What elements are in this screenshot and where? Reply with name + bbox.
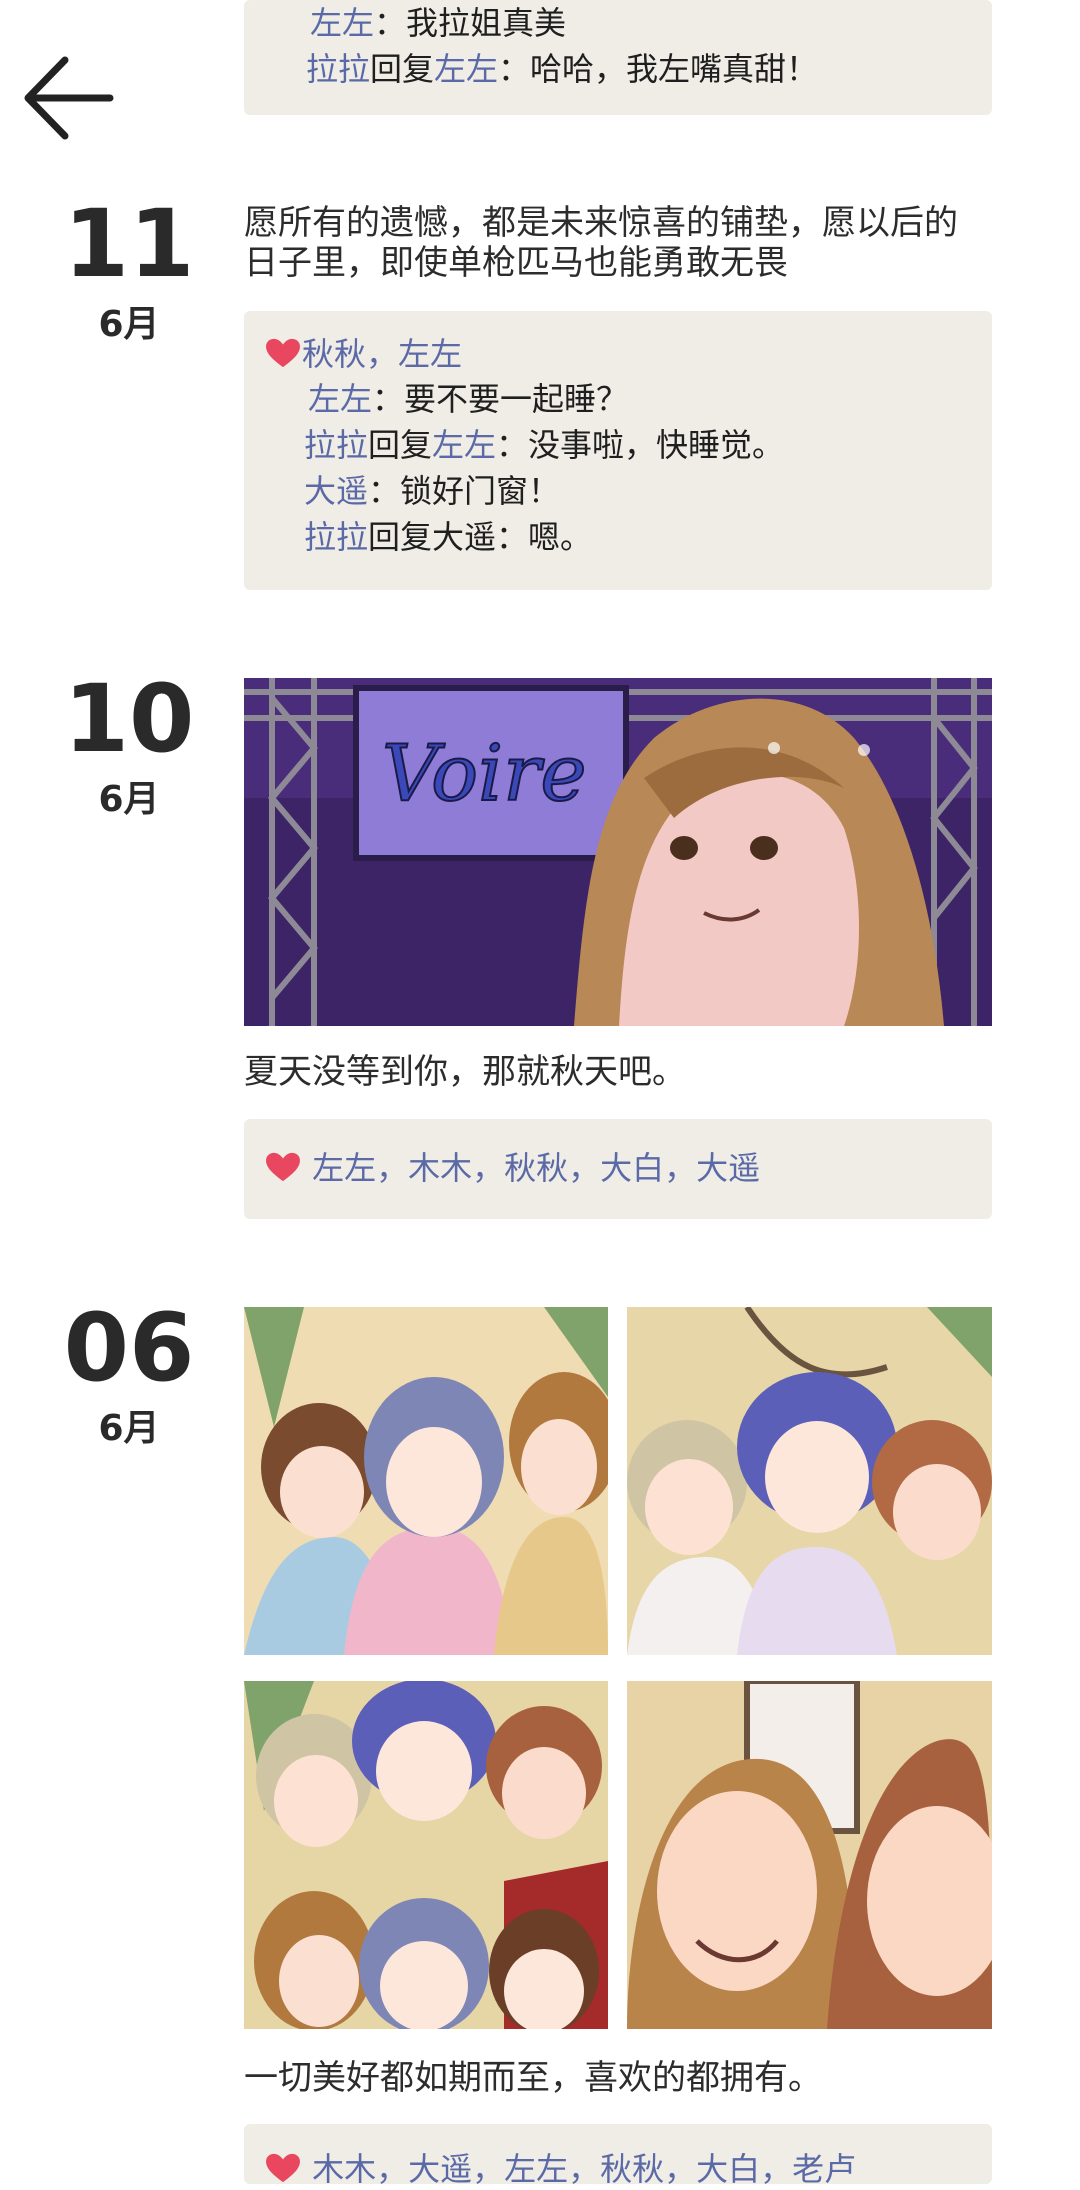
sign-text: Voire [382, 729, 587, 819]
date-day: 06 [63, 1294, 195, 1403]
comment-line: 左左：要不要一起睡？ [308, 380, 629, 418]
heart-icon [266, 1152, 300, 1182]
comment-panel: 左左，木木，秋秋，大白，大遥 [244, 1119, 992, 1219]
reply-target-name[interactable]: 左左 [434, 50, 498, 88]
post-photo-3[interactable] [244, 1681, 608, 2029]
likes-row: 秋秋，左左 [264, 329, 462, 375]
post-text: 夏天没等到你，那就秋天吧。 [244, 1052, 686, 1092]
comment-line: 拉拉回复大遥：嗯。 [304, 518, 593, 556]
likes-row: 左左，木木，秋秋，大白，大遥 [264, 1143, 760, 1189]
commenter-name[interactable]: 大遥 [304, 472, 368, 510]
date-month: 6月 [98, 1408, 160, 1449]
likes-names: 左左，木木，秋秋，大白，大遥 [312, 1149, 761, 1187]
post-photo-1[interactable] [244, 1307, 608, 1655]
comment-line: 拉拉回复左左：哈哈，我左嘴真甜！ [306, 50, 819, 88]
date-month: 6月 [98, 779, 160, 820]
likes-row: 木木，大遥，左左，秋秋，大白，老卢 [264, 2144, 856, 2190]
date-day: 10 [63, 665, 195, 774]
comment-line: 拉拉回复左左：没事啦，快睡觉。 [304, 426, 785, 464]
post-photo[interactable]: Voire [244, 678, 992, 1026]
arrow-left-icon [24, 56, 114, 140]
commenter-name[interactable]: 拉拉 [304, 426, 368, 464]
comment-panel-top: 左左：我拉姐真美 拉拉回复左左：哈哈，我左嘴真甜！ [244, 0, 992, 115]
commenter-name[interactable]: 左左 [308, 380, 372, 418]
entry-date: 10 6月 [44, 672, 214, 822]
comment-panel: 秋秋，左左 左左：要不要一起睡？ 拉拉回复左左：没事啦，快睡觉。 大遥：锁好门窗… [244, 311, 992, 590]
commenter-name[interactable]: 拉拉 [304, 518, 368, 556]
date-day: 11 [63, 190, 195, 299]
comment-panel: 木木，大遥，左左，秋秋，大白，老卢 [244, 2124, 992, 2188]
entry-date: 06 6月 [44, 1301, 214, 1451]
heart-icon [266, 338, 300, 368]
date-month: 6月 [98, 304, 160, 345]
post-text: 愿所有的遗憾，都是未来惊喜的铺垫，愿以后的日子里，即使单枪匹马也能勇敢无畏 [244, 203, 958, 283]
comment-line: 左左：我拉姐真美 [310, 4, 567, 42]
heart-icon [266, 2153, 300, 2183]
post-photo-4[interactable] [627, 1681, 992, 2029]
likes-names: 木木，大遥，左左，秋秋，大白，老卢 [312, 2150, 857, 2188]
post-text: 一切美好都如期而至，喜欢的都拥有。 [244, 2058, 822, 2098]
commenter-name[interactable]: 拉拉 [306, 50, 370, 88]
back-button[interactable] [20, 48, 120, 148]
reply-target-name[interactable]: 左左 [432, 426, 496, 464]
comment-line: 大遥：锁好门窗！ [304, 472, 561, 510]
commenter-name[interactable]: 左左 [310, 4, 374, 42]
likes-names: 秋秋，左左 [302, 335, 463, 373]
entry-date: 11 6月 [44, 197, 214, 347]
post-photo-2[interactable] [627, 1307, 992, 1655]
